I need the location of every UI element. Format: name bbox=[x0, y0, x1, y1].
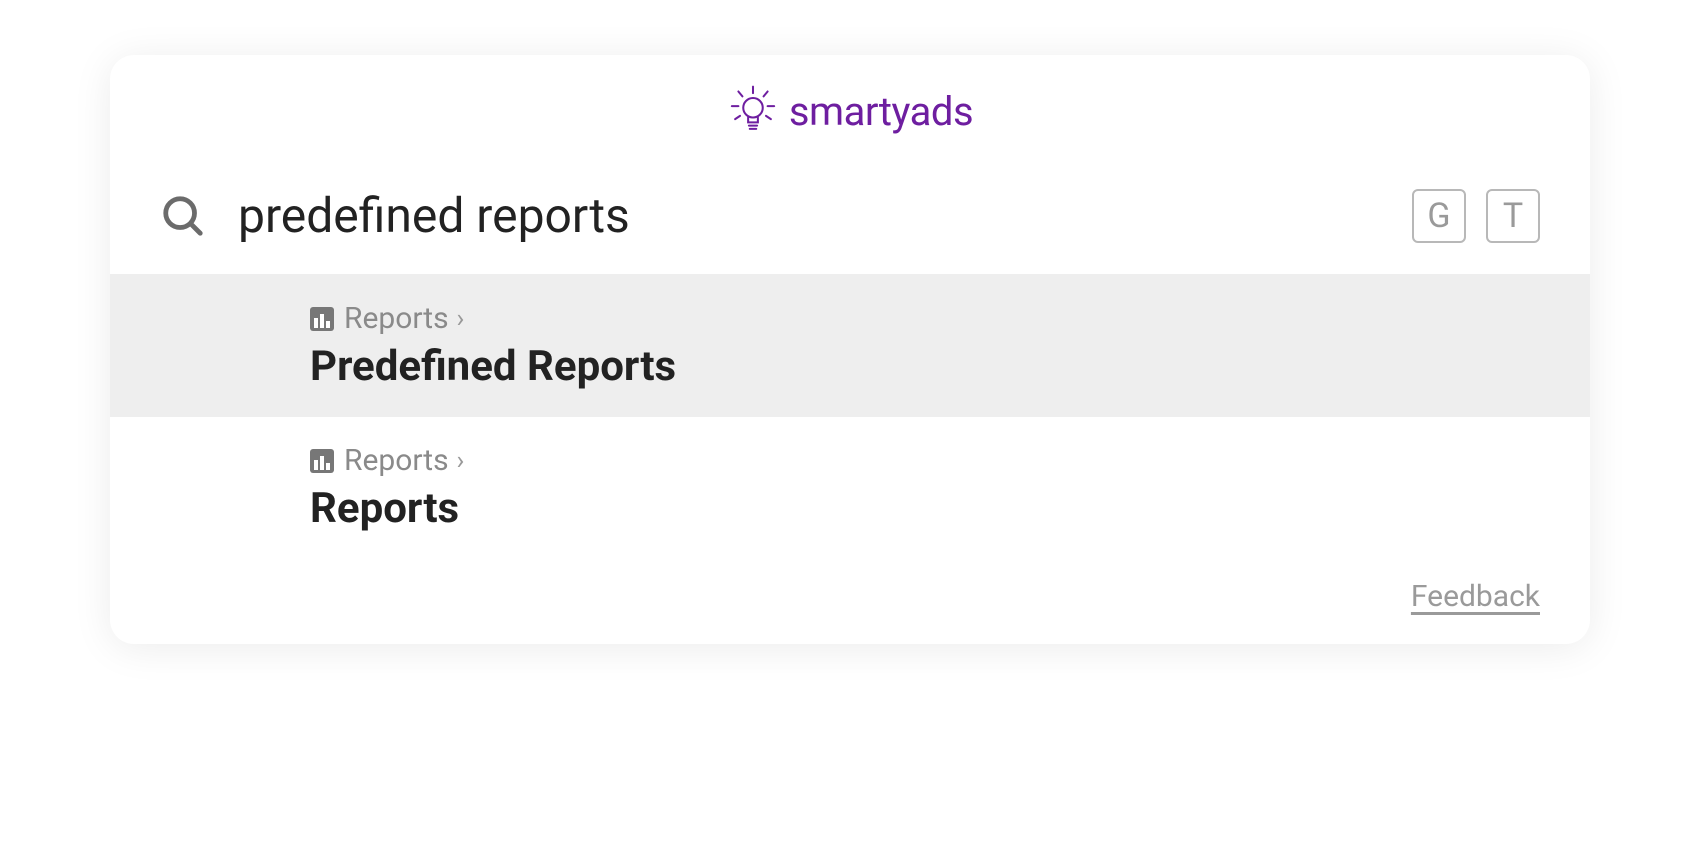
logo-area: smartyads bbox=[110, 55, 1590, 177]
search-input[interactable] bbox=[238, 187, 1380, 244]
shortcut-key-g[interactable]: G bbox=[1412, 189, 1466, 243]
result-breadcrumb: Reports › bbox=[310, 443, 1540, 478]
search-input-wrap bbox=[238, 187, 1380, 244]
breadcrumb-label: Reports bbox=[344, 443, 449, 478]
reports-icon bbox=[310, 307, 334, 331]
result-item-predefined-reports[interactable]: Reports › Predefined Reports bbox=[110, 275, 1590, 417]
breadcrumb-label: Reports bbox=[344, 301, 449, 336]
result-title: Reports bbox=[310, 484, 1540, 533]
result-title: Predefined Reports bbox=[310, 342, 1540, 391]
chevron-right-icon: › bbox=[457, 304, 465, 334]
brand-logo: smartyads bbox=[727, 85, 973, 137]
search-results: Reports › Predefined Reports Reports › R… bbox=[110, 274, 1590, 559]
chevron-right-icon: › bbox=[457, 446, 465, 476]
search-row: G T bbox=[110, 177, 1590, 274]
lightbulb-icon bbox=[727, 85, 779, 137]
shortcut-key-t[interactable]: T bbox=[1486, 189, 1540, 243]
search-panel: smartyads G T Reports › Predefined Repor… bbox=[110, 55, 1590, 644]
shortcut-keys: G T bbox=[1412, 189, 1540, 243]
result-breadcrumb: Reports › bbox=[310, 301, 1540, 336]
search-icon bbox=[160, 193, 206, 239]
panel-footer: Feedback bbox=[110, 559, 1590, 644]
reports-icon bbox=[310, 449, 334, 473]
feedback-link[interactable]: Feedback bbox=[1411, 579, 1540, 614]
result-item-reports[interactable]: Reports › Reports bbox=[110, 417, 1590, 559]
brand-name: smartyads bbox=[789, 88, 973, 135]
